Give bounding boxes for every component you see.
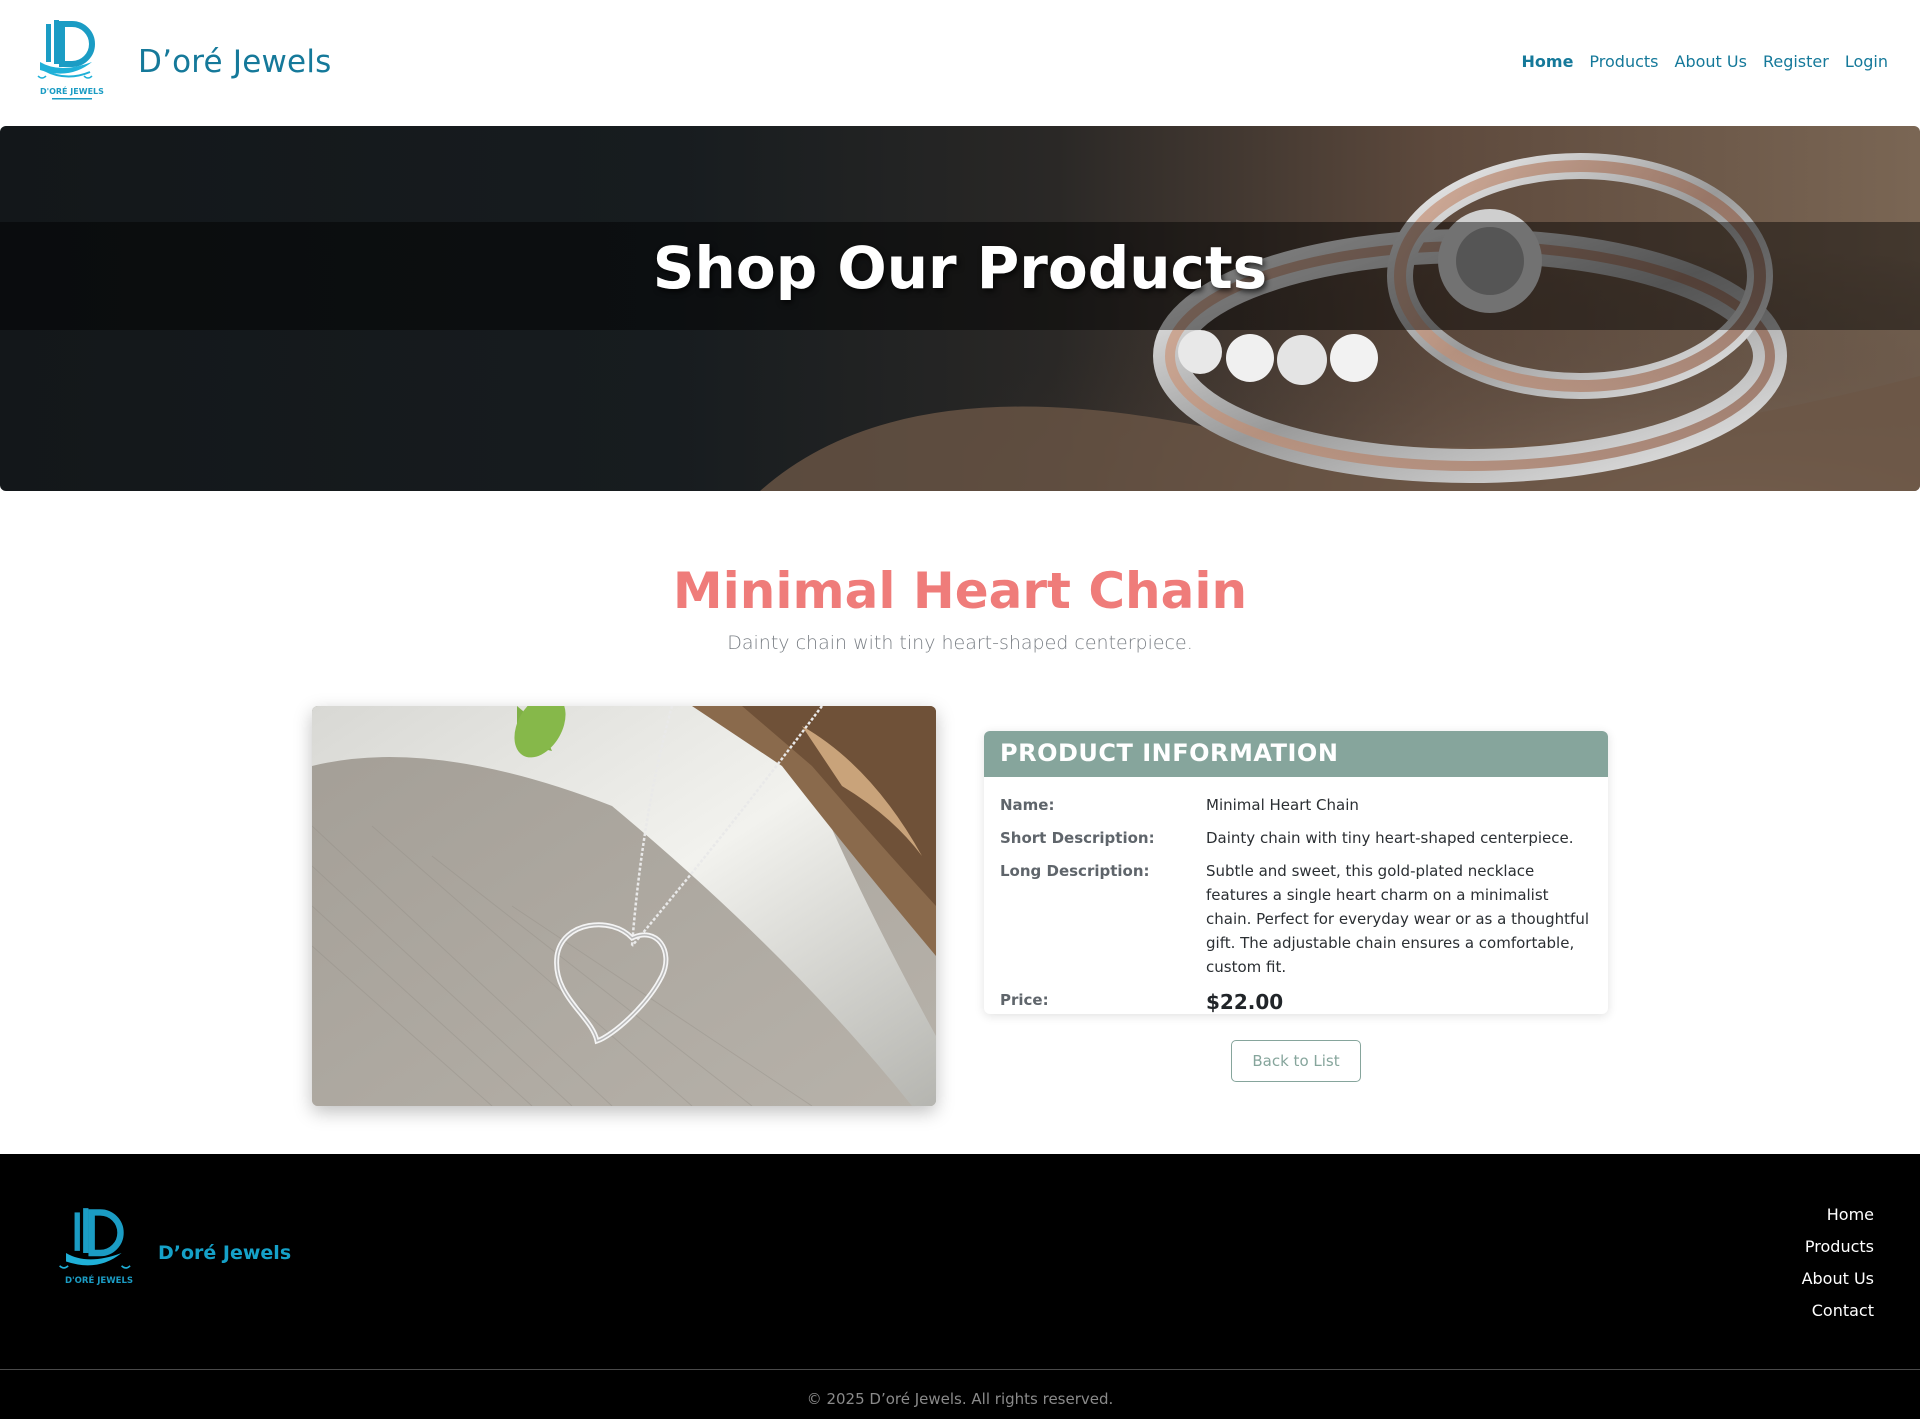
back-to-list-button[interactable]: Back to List xyxy=(1231,1040,1361,1082)
product-info-body: Name: Minimal Heart Chain Short Descript… xyxy=(984,777,1608,1014)
footer-brand: D'ORÉ JEWELS D’oré Jewels xyxy=(50,1206,291,1300)
product-image xyxy=(312,706,936,1106)
name-value: Minimal Heart Chain xyxy=(1206,796,1359,814)
footer-brand-name: D’oré Jewels xyxy=(158,1242,292,1264)
short-description-value: Dainty chain with tiny heart-shaped cent… xyxy=(1206,829,1574,847)
brand-name: D’oré Jewels xyxy=(138,44,332,80)
site-footer: D'ORÉ JEWELS D’oré Jewels Home Products … xyxy=(0,1154,1920,1419)
heart-necklace-image xyxy=(312,706,936,1106)
footer-link-products[interactable]: Products xyxy=(1802,1236,1874,1257)
nav-register[interactable]: Register xyxy=(1763,52,1829,71)
footer-logo-icon: D'ORÉ JEWELS xyxy=(59,1208,133,1286)
site-header: D'ORÉ JEWELS D’oré Jewels Home Products … xyxy=(0,0,1920,126)
nav-home[interactable]: Home xyxy=(1522,52,1574,71)
nav-products[interactable]: Products xyxy=(1589,52,1658,71)
brand-logo-icon: D'ORÉ JEWELS xyxy=(37,20,104,100)
long-description-value: Subtle and sweet, this gold-plated neckl… xyxy=(1206,862,1590,976)
footer-link-home[interactable]: Home xyxy=(1802,1204,1874,1225)
logo-caption: D'ORÉ JEWELS xyxy=(40,85,104,96)
name-row: Name: Minimal Heart Chain xyxy=(1000,793,1592,817)
hero-title: Shop Our Products xyxy=(652,234,1268,302)
main-nav: Home Products About Us Register Login xyxy=(1522,52,1888,71)
product-subtitle: Dainty chain with tiny heart-shaped cent… xyxy=(727,632,1193,654)
footer-link-contact[interactable]: Contact xyxy=(1802,1300,1874,1321)
hero-banner: Shop Our Products xyxy=(0,126,1920,491)
product-info-heading: PRODUCT INFORMATION xyxy=(984,731,1608,777)
price-row: Price: $22.00 xyxy=(1000,988,1592,1014)
long-description-row: Long Description: Subtle and sweet, this… xyxy=(1000,859,1592,979)
footer-logo-caption: D'ORÉ JEWELS xyxy=(65,1274,133,1286)
product-title: Minimal Heart Chain xyxy=(672,562,1248,620)
price-value: $22.00 xyxy=(1206,990,1284,1014)
product-info-card: PRODUCT INFORMATION Name: Minimal Heart … xyxy=(984,731,1608,1014)
copyright-text: © 2025 D’oré Jewels. All rights reserved… xyxy=(806,1390,1114,1408)
brand-link[interactable]: D'ORÉ JEWELS D’oré Jewels xyxy=(30,18,332,106)
name-label: Name: xyxy=(1000,796,1055,814)
nav-login[interactable]: Login xyxy=(1845,52,1888,71)
footer-link-about-us[interactable]: About Us xyxy=(1802,1268,1874,1289)
footer-nav: Home Products About Us Contact xyxy=(1802,1204,1874,1321)
short-description-row: Short Description: Dainty chain with tin… xyxy=(1000,826,1592,850)
footer-divider xyxy=(0,1369,1920,1370)
nav-about-us[interactable]: About Us xyxy=(1675,52,1747,71)
short-description-label: Short Description: xyxy=(1000,829,1155,847)
long-description-label: Long Description: xyxy=(1000,862,1150,880)
price-label: Price: xyxy=(1000,991,1049,1009)
